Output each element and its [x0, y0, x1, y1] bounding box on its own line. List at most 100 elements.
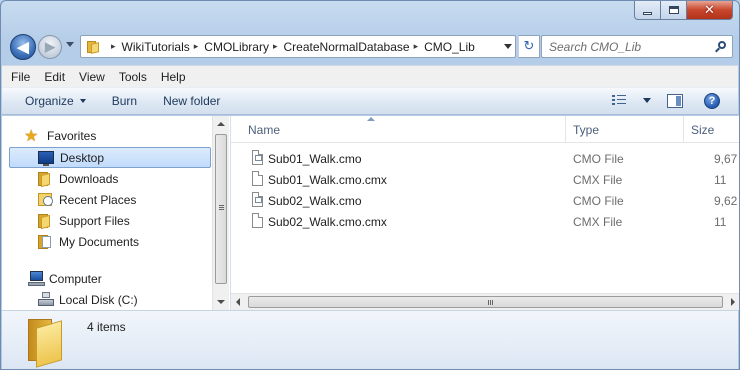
- menu-file[interactable]: File: [11, 70, 30, 84]
- grip-icon: [219, 205, 224, 206]
- breadcrumb-wikitutorials[interactable]: WikiTutorials: [122, 40, 190, 54]
- preview-pane-button[interactable]: [667, 94, 683, 108]
- back-arrow-icon: ◀: [17, 39, 29, 56]
- column-header-size[interactable]: Size: [684, 116, 739, 143]
- scroll-right-icon[interactable]: [731, 298, 735, 306]
- file-type: CMX File: [573, 215, 623, 229]
- file-name: Sub01_Walk.cmo: [268, 152, 362, 166]
- file-row[interactable]: Sub01_Walk.cmo CMO File 9,67: [231, 148, 739, 169]
- menu-tools[interactable]: Tools: [119, 70, 147, 84]
- minimize-icon: [643, 11, 652, 15]
- desktop-icon: [38, 151, 54, 166]
- file-size: 11: [714, 173, 727, 187]
- burn-button[interactable]: Burn: [112, 94, 137, 108]
- horizontal-scrollbar[interactable]: [231, 293, 739, 310]
- file-row[interactable]: Sub02_Walk.cmo CMO File 9,62: [231, 190, 739, 211]
- breadcrumb-separator[interactable]: ▸: [273, 41, 278, 52]
- close-button[interactable]: ✕: [687, 1, 733, 20]
- file-row[interactable]: Sub01_Walk.cmo.cmx CMX File 11: [231, 169, 739, 190]
- sidebar-item-label: Desktop: [60, 150, 105, 165]
- scroll-left-icon[interactable]: [236, 298, 240, 306]
- forward-button[interactable]: ▶: [38, 35, 62, 59]
- file-type: CMO File: [573, 194, 624, 208]
- menu-edit[interactable]: Edit: [44, 70, 65, 84]
- details-pane: 4 items: [2, 310, 738, 369]
- folder-icon: [38, 213, 54, 229]
- organize-button[interactable]: Organize: [25, 94, 86, 108]
- sidebar-item-label: Local Disk (C:): [59, 292, 138, 307]
- chevron-down-icon: [79, 99, 86, 103]
- maximize-button[interactable]: [661, 1, 687, 20]
- menu-view[interactable]: View: [79, 70, 105, 84]
- new-folder-button[interactable]: New folder: [163, 94, 220, 108]
- file-name: Sub02_Walk.cmo.cmx: [268, 215, 387, 229]
- column-label: Size: [691, 122, 715, 137]
- recent-pages-dropdown[interactable]: [66, 42, 74, 47]
- maximize-icon: [668, 6, 679, 14]
- burn-label: Burn: [111, 94, 138, 108]
- navigation-scrollbar[interactable]: [212, 116, 229, 310]
- column-label: Type: [573, 122, 600, 137]
- caption-buttons: ✕: [634, 1, 733, 21]
- column-header-type[interactable]: Type: [566, 116, 684, 143]
- scrollbar-thumb[interactable]: [215, 134, 227, 284]
- address-bar[interactable]: ▸ WikiTutorials ▸ CMOLibrary ▸ CreateNor…: [80, 35, 516, 58]
- scrollbar-thumb[interactable]: [248, 296, 723, 308]
- scroll-up-icon[interactable]: [217, 122, 225, 126]
- file-size: 9,62: [714, 194, 738, 208]
- sidebar-item-local-disk[interactable]: Local Disk (C:): [38, 289, 212, 310]
- chevron-down-icon: [643, 98, 651, 103]
- navigation-pane: ★ Favorites Desktop Downloads Recent Pla…: [2, 116, 230, 310]
- preview-pane-icon: [676, 96, 681, 106]
- refresh-button[interactable]: ↻: [518, 35, 540, 58]
- column-label: Name: [248, 122, 281, 137]
- sidebar-item-computer[interactable]: Computer: [28, 268, 212, 289]
- scroll-down-icon[interactable]: [217, 300, 225, 304]
- breadcrumb-separator[interactable]: ▸: [194, 41, 199, 52]
- minimize-button[interactable]: [634, 1, 661, 20]
- breadcrumb-cmo-lib[interactable]: CMO_Lib: [424, 40, 475, 54]
- refresh-icon: ↻: [523, 39, 535, 54]
- sidebar-item-label: My Documents: [59, 234, 140, 249]
- menu-help[interactable]: Help: [161, 70, 186, 84]
- sidebar-item-my-documents[interactable]: My Documents: [38, 231, 212, 252]
- change-view-button[interactable]: [612, 95, 651, 106]
- computer-icon: [28, 271, 45, 286]
- back-button[interactable]: ◀: [10, 34, 36, 60]
- sidebar-item-favorites[interactable]: ★ Favorites: [24, 125, 212, 146]
- explorer-window: ✕ ◀ ▶ ▸ WikiTutorials ▸ CMOLibrary ▸ Cre…: [0, 0, 740, 370]
- sidebar-item-label: Recent Places: [59, 192, 137, 207]
- file-row[interactable]: Sub02_Walk.cmo.cmx CMX File 11: [231, 211, 739, 232]
- breadcrumb-separator[interactable]: ▸: [414, 41, 419, 52]
- close-icon: ✕: [704, 2, 715, 18]
- navigation-tree: ★ Favorites Desktop Downloads Recent Pla…: [2, 116, 212, 310]
- command-bar: Organize Burn New folder ?: [2, 87, 738, 115]
- forward-arrow-icon: ▶: [45, 39, 55, 54]
- file-type: CMX File: [573, 173, 623, 187]
- sidebar-item-label: Favorites: [47, 128, 97, 143]
- cmx-file-icon: [252, 213, 263, 228]
- chevron-down-icon: [504, 44, 512, 49]
- search-input[interactable]: [549, 39, 709, 54]
- file-type: CMO File: [573, 152, 624, 166]
- sidebar-item-downloads[interactable]: Downloads: [38, 168, 212, 189]
- sidebar-item-desktop[interactable]: Desktop: [9, 147, 211, 168]
- search-box[interactable]: [541, 35, 733, 58]
- grip-icon: [488, 300, 489, 305]
- column-header-name[interactable]: Name: [241, 116, 566, 143]
- folder-icon: [87, 40, 101, 54]
- navigation-row: ◀ ▶ ▸ WikiTutorials ▸ CMOLibrary ▸ Creat…: [8, 33, 733, 61]
- file-name: Sub01_Walk.cmo.cmx: [268, 173, 387, 187]
- cmo-file-icon: [252, 192, 263, 207]
- sidebar-item-support-files[interactable]: Support Files: [38, 210, 212, 231]
- breadcrumb-cmolibrary[interactable]: CMOLibrary: [204, 40, 269, 54]
- search-icon[interactable]: [715, 41, 727, 53]
- address-dropdown-button[interactable]: [501, 36, 515, 57]
- breadcrumb-createnormaldatabase[interactable]: CreateNormalDatabase: [284, 40, 410, 54]
- sidebar-item-label: Downloads: [59, 171, 119, 186]
- help-button[interactable]: ?: [704, 93, 720, 109]
- menu-bar: File Edit View Tools Help: [2, 65, 738, 87]
- breadcrumb-separator[interactable]: ▸: [111, 41, 116, 52]
- disk-icon: [38, 292, 54, 307]
- sidebar-item-recent-places[interactable]: Recent Places: [38, 189, 212, 210]
